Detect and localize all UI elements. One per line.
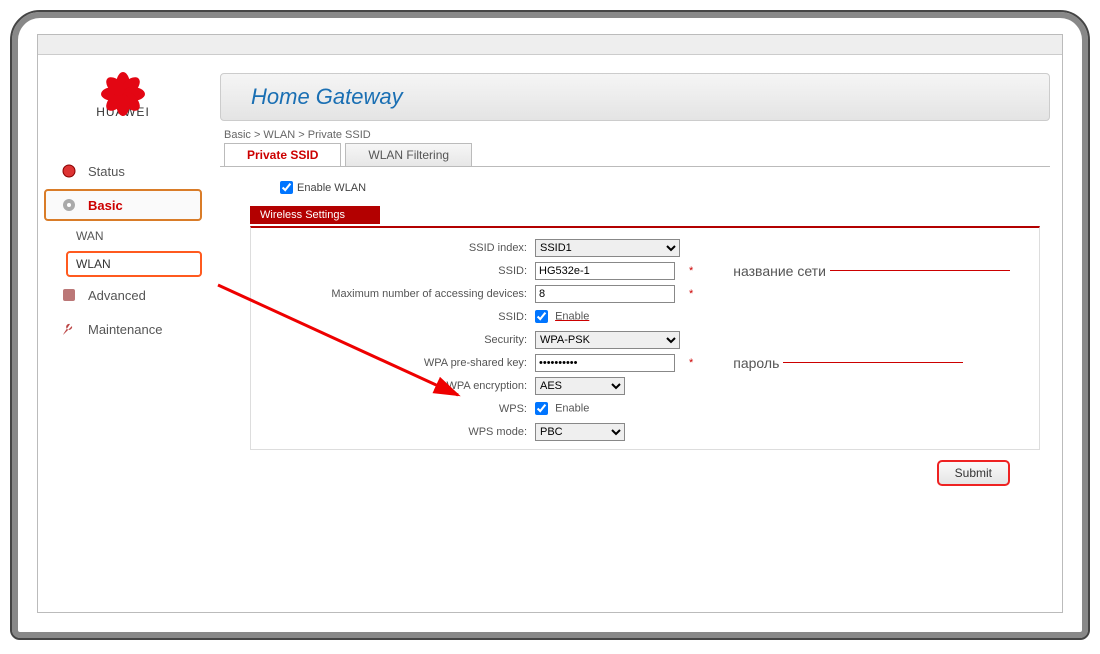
nav-label: Advanced (88, 288, 146, 303)
submit-button[interactable]: Submit (937, 460, 1010, 486)
ssid-input[interactable] (535, 262, 675, 280)
sidebar: HUAWEI Status Basic WAN (38, 55, 208, 612)
gear-icon (60, 196, 78, 214)
wireless-settings-form: SSID index: SSID1 SSID: * название сети … (250, 226, 1040, 450)
psk-input[interactable] (535, 354, 675, 372)
tab-private-ssid[interactable]: Private SSID (224, 143, 341, 166)
nav-wlan[interactable]: WLAN (66, 251, 202, 277)
label-wps-mode: WPS mode: (255, 426, 535, 438)
wps-mode-select[interactable]: PBC (535, 423, 625, 441)
tab-bar: Private SSID WLAN Filtering (224, 143, 1062, 166)
section-header: Wireless Settings (250, 206, 380, 224)
underline (830, 270, 1010, 271)
tab-wlan-filtering[interactable]: WLAN Filtering (345, 143, 472, 166)
ssid-index-select[interactable]: SSID1 (535, 239, 680, 257)
enable-wlan-label: Enable WLAN (297, 182, 366, 194)
label-wps: WPS: (255, 403, 535, 415)
ssid-enable-checkbox[interactable] (535, 310, 548, 323)
required-mark: * (689, 265, 693, 277)
breadcrumb: Basic > WLAN > Private SSID (224, 129, 1062, 141)
label-ssid-enable: SSID: (255, 311, 535, 323)
note-password: пароль (733, 355, 779, 371)
nav-maintenance[interactable]: Maintenance (44, 313, 202, 345)
nav-wan[interactable]: WAN (66, 223, 202, 249)
security-select[interactable]: WPA-PSK (535, 331, 680, 349)
label-ssid: SSID: (255, 265, 535, 277)
nav-label: WLAN (76, 257, 111, 271)
nav-label: Status (88, 164, 125, 179)
nav-label: Maintenance (88, 322, 162, 337)
max-dev-input[interactable] (535, 285, 675, 303)
label-ssid-index: SSID index: (255, 242, 535, 254)
required-mark: * (689, 288, 693, 300)
wrench-icon (60, 320, 78, 338)
encryption-select[interactable]: AES (535, 377, 625, 395)
nav-label: Basic (88, 198, 123, 213)
label-psk: WPA pre-shared key: (255, 357, 535, 369)
status-icon (60, 162, 78, 180)
label-security: Security: (255, 334, 535, 346)
underline (783, 362, 963, 363)
note-network-name: название сети (733, 263, 826, 279)
label-encryption: WPA encryption: (255, 380, 535, 392)
nav-status[interactable]: Status (44, 155, 202, 187)
enable-wlan-checkbox[interactable] (280, 181, 293, 194)
label-max-dev: Maximum number of accessing devices: (255, 288, 535, 300)
nav-label: WAN (76, 229, 104, 243)
ssid-enable-text: Enable (555, 310, 589, 322)
window-chrome (38, 35, 1062, 55)
nav-basic[interactable]: Basic (44, 189, 202, 221)
brand-logo: HUAWEI (38, 55, 208, 125)
required-mark: * (689, 357, 693, 369)
nav-advanced[interactable]: Advanced (44, 279, 202, 311)
wps-enable-checkbox[interactable] (535, 402, 548, 415)
wps-enable-text: Enable (555, 402, 589, 414)
tools-icon (60, 286, 78, 304)
page-title: Home Gateway (220, 73, 1050, 121)
